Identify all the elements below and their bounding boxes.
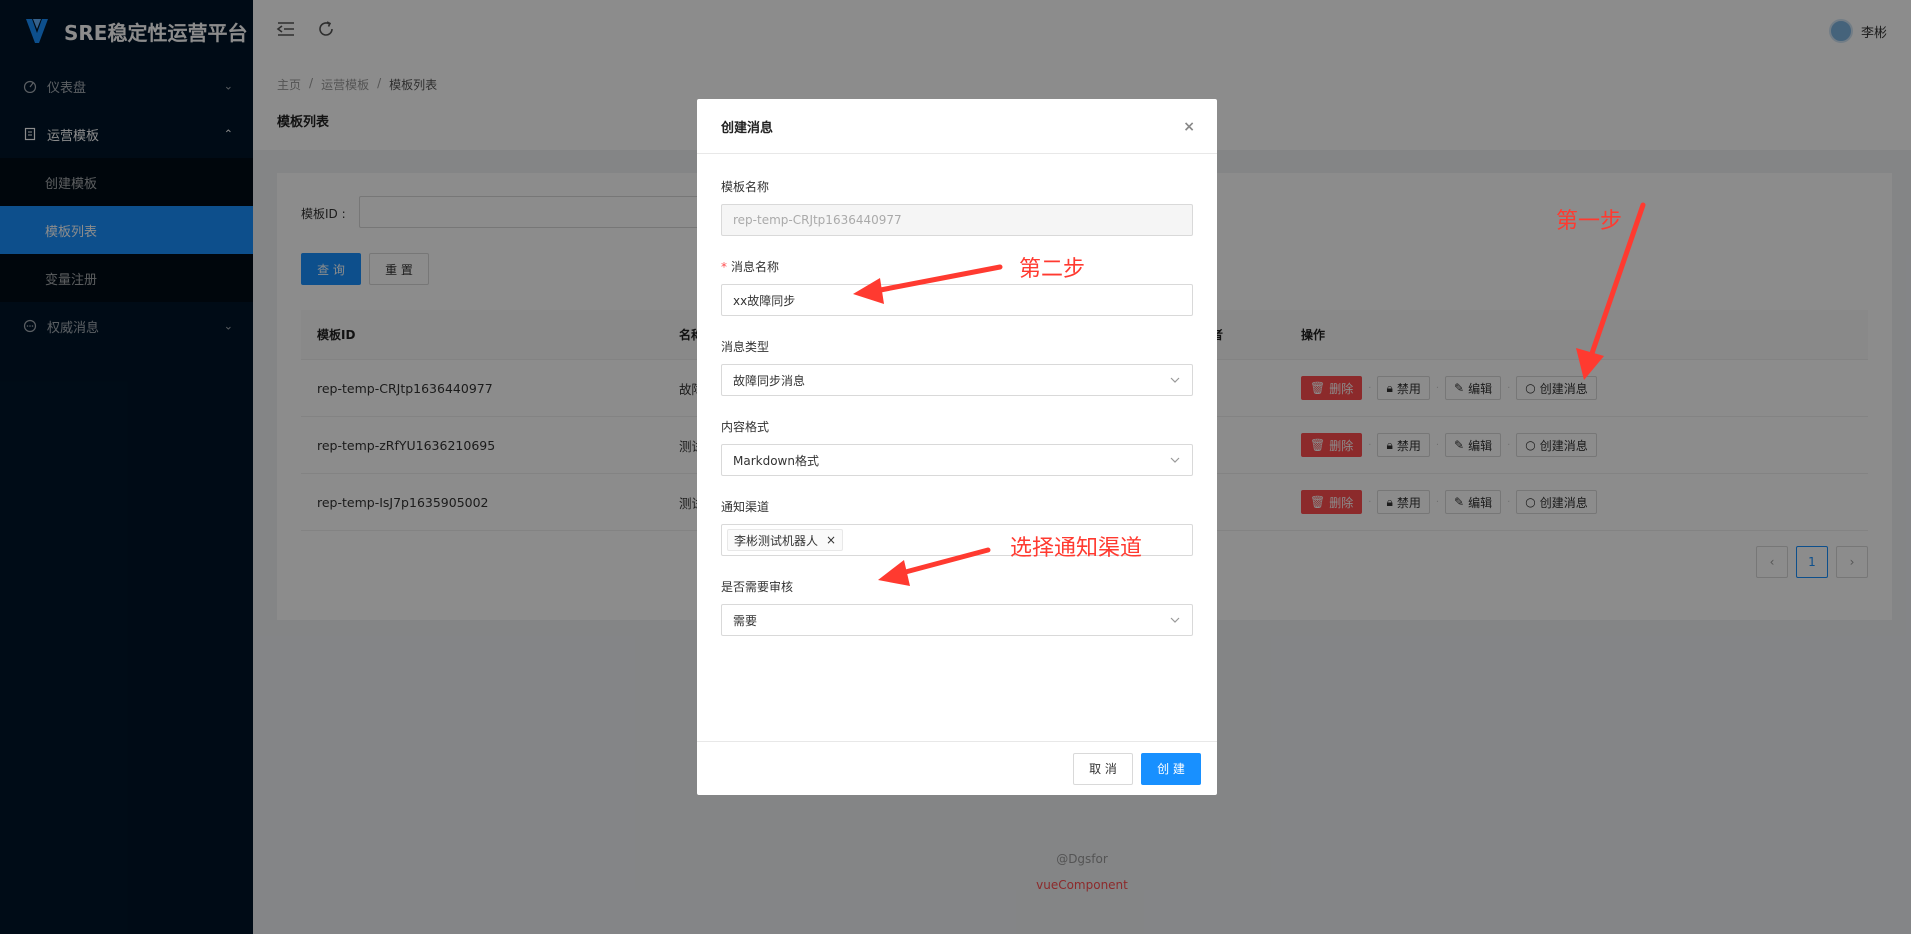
channel-tag: 李彬测试机器人 × [727,529,844,551]
annotation-step3: 选择通知渠道 [1010,536,1143,561]
select-value: Markdown格式 [733,453,819,468]
modal-header: 创建消息 × [697,99,1217,154]
tag-close-icon[interactable]: × [826,533,836,547]
annotation-step2: 第二步 [1019,257,1086,282]
field-message-name: * 消息名称 xx故障同步 [721,258,1193,316]
annotation-step1: 第一步 [1556,209,1623,234]
chevron-down-icon [1170,377,1180,383]
chevron-down-icon [1170,617,1180,623]
modal-title: 创建消息 [721,120,774,136]
field-review: 是否需要审核 需要 [721,578,1193,636]
field-message-type: 消息类型 故障同步消息 [721,338,1193,396]
content-format-select[interactable]: Markdown格式 [721,444,1193,476]
field-label: 消息类型 [721,340,770,354]
select-value: 故障同步消息 [733,373,806,388]
close-icon[interactable]: × [1183,119,1195,135]
required-mark: * [721,260,727,274]
select-value: 需要 [733,613,758,628]
field-label: * 消息名称 [721,260,780,274]
message-type-select[interactable]: 故障同步消息 [721,364,1193,396]
field-template-name: 模板名称 rep-temp-CRJtp1636440977 [721,178,1193,236]
field-label: 通知渠道 [721,500,770,514]
tag-label: 李彬测试机器人 [734,533,819,548]
create-button[interactable]: 创 建 [1141,752,1201,785]
field-label: 是否需要审核 [721,580,794,594]
field-label: 模板名称 [721,180,770,194]
create-message-modal: 创建消息 × 模板名称 rep-temp-CRJtp1636440977 * 消息… [697,99,1217,795]
template-name-input: rep-temp-CRJtp1636440977 [721,204,1193,236]
cancel-button[interactable]: 取 消 [1073,752,1133,785]
chevron-down-icon [1170,457,1180,463]
modal-footer: 取 消 创 建 [697,741,1217,795]
modal-body: 模板名称 rep-temp-CRJtp1636440977 * 消息名称 xx故障… [697,154,1217,636]
field-label: 内容格式 [721,420,770,434]
review-select[interactable]: 需要 [721,604,1193,636]
message-name-input[interactable]: xx故障同步 [721,284,1193,316]
field-content-format: 内容格式 Markdown格式 [721,418,1193,476]
